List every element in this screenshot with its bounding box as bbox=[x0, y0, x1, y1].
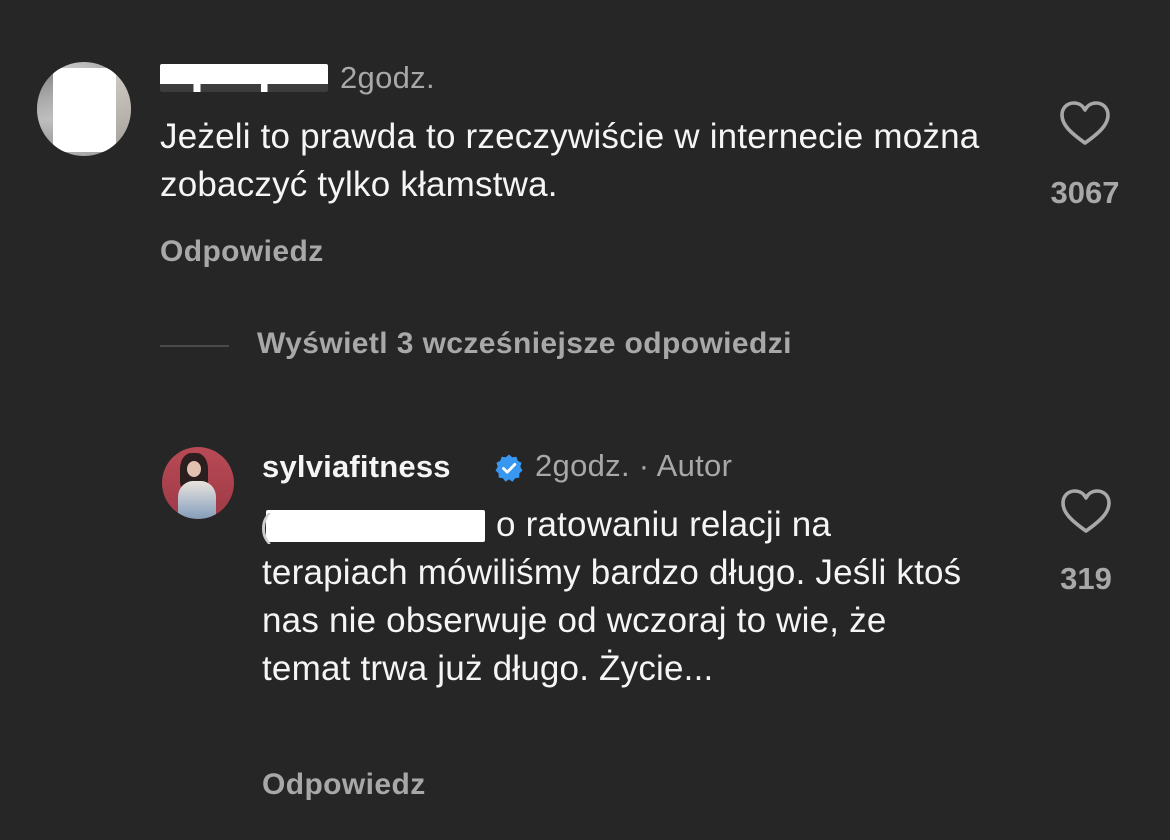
avatar-face bbox=[187, 461, 201, 477]
heart-outline-icon[interactable] bbox=[1059, 100, 1111, 146]
author-username[interactable]: sylviafitness bbox=[262, 449, 451, 485]
avatar-body bbox=[178, 481, 216, 519]
reply-text: o ratowaniu relacji na terapiach mówiliś… bbox=[262, 501, 962, 693]
reply-text-body: o ratowaniu relacji na terapiach mówiliś… bbox=[262, 505, 962, 688]
commenter-avatar[interactable] bbox=[37, 62, 131, 156]
reply-button[interactable]: Odpowiedz bbox=[262, 768, 426, 802]
author-avatar[interactable] bbox=[162, 447, 234, 519]
view-earlier-replies-button[interactable]: Wyświetl 3 wcześniejsze odpowiedzi bbox=[257, 327, 792, 361]
redacted-username-remnant bbox=[160, 84, 328, 92]
comment-text: Jeżeli to prawda to rzeczywiście w inter… bbox=[160, 117, 980, 204]
like-count: 3067 bbox=[1050, 175, 1120, 210]
reply-button[interactable]: Odpowiedz bbox=[160, 235, 324, 269]
avatar-redaction bbox=[53, 68, 116, 152]
verified-badge-icon bbox=[495, 454, 523, 482]
heart-outline-icon[interactable] bbox=[1060, 488, 1112, 534]
commenter-username-redacted[interactable] bbox=[160, 64, 328, 92]
like-count: 319 bbox=[1060, 561, 1112, 596]
comment-timestamp: 2godz. bbox=[340, 60, 435, 95]
reply-timestamp-author: 2godz. · Autor bbox=[535, 448, 733, 483]
replies-divider bbox=[160, 345, 229, 347]
